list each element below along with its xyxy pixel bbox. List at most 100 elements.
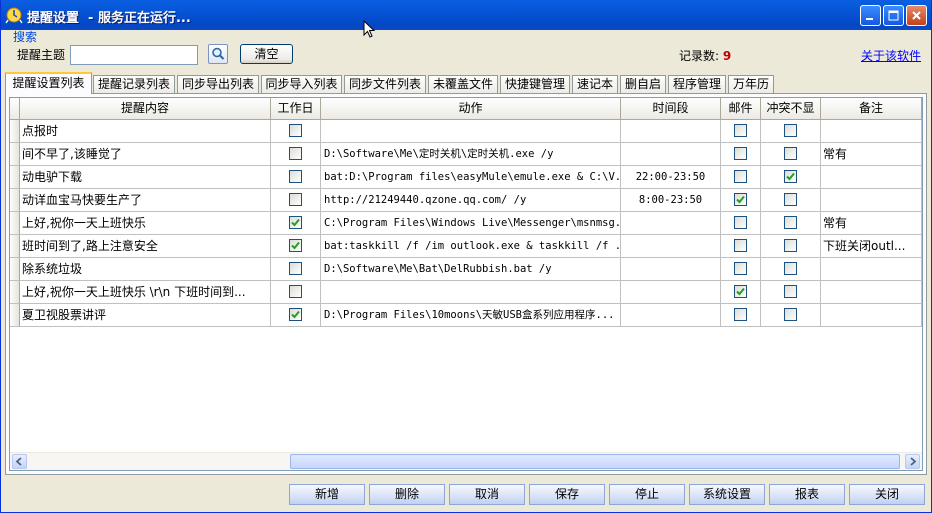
table-row[interactable]: 班时间到了,路上注意安全 bat:taskkill /f /im outlook.… xyxy=(10,235,922,258)
noconflict-checkbox[interactable] xyxy=(784,147,797,160)
row-selector[interactable] xyxy=(10,166,20,189)
scroll-right-button[interactable] xyxy=(905,454,920,469)
mail-checkbox[interactable] xyxy=(734,285,747,298)
cell-content[interactable]: 间不早了,该睡觉了 xyxy=(20,143,271,166)
noconflict-checkbox[interactable] xyxy=(784,239,797,252)
column-header-action[interactable]: 动作 xyxy=(321,98,621,119)
workday-checkbox[interactable] xyxy=(289,285,302,298)
noconflict-checkbox[interactable] xyxy=(784,285,797,298)
workday-checkbox[interactable] xyxy=(289,124,302,137)
cell-note[interactable]: 常有 xyxy=(821,143,922,166)
cell-time[interactable] xyxy=(621,143,721,166)
row-selector[interactable] xyxy=(10,143,20,166)
mail-checkbox[interactable] xyxy=(734,308,747,321)
mail-checkbox[interactable] xyxy=(734,147,747,160)
delete-button[interactable]: 删除 xyxy=(369,484,445,505)
row-selector[interactable] xyxy=(10,235,20,258)
cell-time[interactable]: 22:00-23:50 xyxy=(621,166,721,189)
cell-time[interactable] xyxy=(621,235,721,258)
tab-sync-export[interactable]: 同步导出列表 xyxy=(177,75,259,93)
row-selector[interactable] xyxy=(10,258,20,281)
close-button[interactable]: 关闭 xyxy=(849,484,925,505)
cell-time[interactable] xyxy=(621,304,721,327)
cell-time[interactable] xyxy=(621,120,721,143)
column-header-noconflict[interactable]: 冲突不显 xyxy=(761,98,821,119)
cell-note[interactable]: 下班关闭outl... xyxy=(821,235,922,258)
table-row[interactable]: 上好,祝你一天上班快乐 \r\n 下班时间到... xyxy=(10,281,922,304)
noconflict-checkbox[interactable] xyxy=(784,308,797,321)
row-selector[interactable] xyxy=(10,120,20,143)
column-header-content[interactable]: 提醒内容 xyxy=(20,98,271,119)
maximize-button[interactable] xyxy=(883,5,904,26)
mail-checkbox[interactable] xyxy=(734,262,747,275)
workday-checkbox[interactable] xyxy=(289,147,302,160)
cell-content[interactable]: 点报时 xyxy=(20,120,271,143)
cell-note[interactable] xyxy=(821,166,922,189)
cell-note[interactable] xyxy=(821,258,922,281)
cell-time[interactable] xyxy=(621,281,721,304)
close-window-button[interactable] xyxy=(906,5,927,26)
clear-button[interactable]: 清空 xyxy=(240,44,293,64)
row-selector[interactable] xyxy=(10,304,20,327)
tab-hotkeys[interactable]: 快捷键管理 xyxy=(500,75,570,93)
search-button[interactable] xyxy=(208,44,228,64)
subject-input[interactable] xyxy=(70,45,198,65)
add-button[interactable]: 新增 xyxy=(289,484,365,505)
workday-checkbox[interactable] xyxy=(289,193,302,206)
table-row[interactable]: 动电驴下载 bat:D:\Program files\easyMule\emule… xyxy=(10,166,922,189)
cell-content[interactable]: 动电驴下载 xyxy=(20,166,271,189)
column-header-workday[interactable]: 工作日 xyxy=(271,98,321,119)
tab-reminder-settings[interactable]: 提醒设置列表 xyxy=(5,72,92,94)
mail-checkbox[interactable] xyxy=(734,193,747,206)
cell-content[interactable]: 上好,祝你一天上班快乐 \r\n 下班时间到... xyxy=(20,281,271,304)
save-button[interactable]: 保存 xyxy=(529,484,605,505)
cell-action[interactable]: D:\Software\Me\Bat\DelRubbish.bat /y xyxy=(321,258,621,281)
stop-button[interactable]: 停止 xyxy=(609,484,685,505)
tab-notes[interactable]: 速记本 xyxy=(572,75,618,93)
workday-checkbox[interactable] xyxy=(289,239,302,252)
cell-content[interactable]: 夏卫视股票讲评 xyxy=(20,304,271,327)
tab-delete-autostart[interactable]: 删自启 xyxy=(620,75,666,93)
tab-reminder-records[interactable]: 提醒记录列表 xyxy=(93,75,175,93)
mail-checkbox[interactable] xyxy=(734,216,747,229)
column-header-time[interactable]: 时间段 xyxy=(621,98,721,119)
mail-checkbox[interactable] xyxy=(734,239,747,252)
table-row[interactable]: 上好,祝你一天上班快乐 C:\Program Files\Windows Live… xyxy=(10,212,922,235)
scroll-thumb[interactable] xyxy=(290,454,900,469)
column-header-note[interactable]: 备注 xyxy=(821,98,922,119)
minimize-button[interactable] xyxy=(860,5,881,26)
cell-note[interactable] xyxy=(821,281,922,304)
cell-content[interactable]: 上好,祝你一天上班快乐 xyxy=(20,212,271,235)
noconflict-checkbox[interactable] xyxy=(784,262,797,275)
workday-checkbox[interactable] xyxy=(289,308,302,321)
cell-action[interactable] xyxy=(321,281,621,304)
cell-note[interactable] xyxy=(821,189,922,212)
cell-action[interactable]: D:\Software\Me\定时关机\定时关机.exe /y xyxy=(321,143,621,166)
workday-checkbox[interactable] xyxy=(289,170,302,183)
tab-uncovered-files[interactable]: 未覆盖文件 xyxy=(428,75,498,93)
row-selector[interactable] xyxy=(10,281,20,304)
workday-checkbox[interactable] xyxy=(289,262,302,275)
scroll-left-button[interactable] xyxy=(12,454,27,469)
cell-note[interactable]: 常有 xyxy=(821,212,922,235)
table-row[interactable]: 间不早了,该睡觉了 D:\Software\Me\定时关机\定时关机.exe /y… xyxy=(10,143,922,166)
cell-content[interactable]: 动详血宝马快要生产了 xyxy=(20,189,271,212)
cell-content[interactable]: 班时间到了,路上注意安全 xyxy=(20,235,271,258)
cell-content[interactable]: 除系统垃圾 xyxy=(20,258,271,281)
column-header-mail[interactable]: 邮件 xyxy=(721,98,761,119)
about-link[interactable]: 关于该软件 xyxy=(861,47,921,64)
noconflict-checkbox[interactable] xyxy=(784,193,797,206)
cell-action[interactable]: C:\Program Files\Windows Live\Messenger\… xyxy=(321,212,621,235)
mail-checkbox[interactable] xyxy=(734,170,747,183)
cell-time[interactable] xyxy=(621,258,721,281)
row-selector[interactable] xyxy=(10,212,20,235)
report-button[interactable]: 报表 xyxy=(769,484,845,505)
cell-action[interactable] xyxy=(321,120,621,143)
cell-note[interactable] xyxy=(821,120,922,143)
cell-action[interactable]: http://21249440.qzone.qq.com/ /y xyxy=(321,189,621,212)
cell-time[interactable]: 8:00-23:50 xyxy=(621,189,721,212)
noconflict-checkbox[interactable] xyxy=(784,124,797,137)
horizontal-scrollbar[interactable] xyxy=(10,452,922,470)
cell-time[interactable] xyxy=(621,212,721,235)
tab-sync-import[interactable]: 同步导入列表 xyxy=(261,75,342,93)
